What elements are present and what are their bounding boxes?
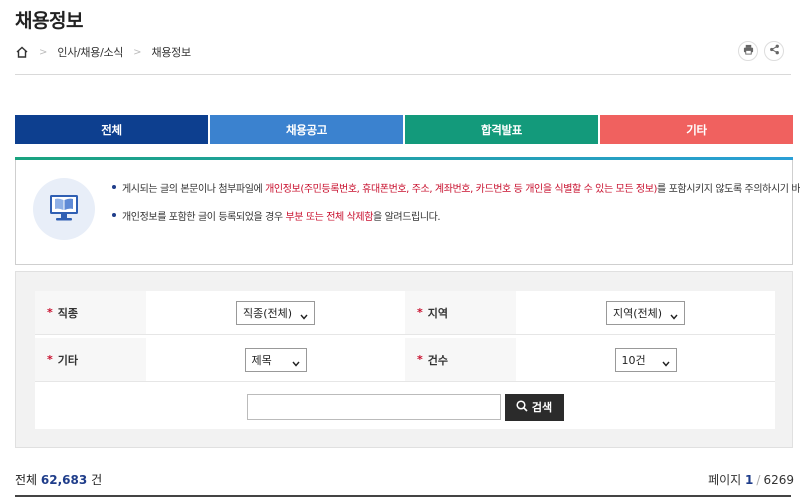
breadcrumb: > 인사/채용/소식 > 채용정보: [15, 44, 191, 60]
count-select[interactable]: 10건: [614, 347, 677, 372]
page-info: 페이지 1/6269: [708, 473, 794, 487]
search-icon: [516, 399, 528, 415]
notice-list: 게시되는 글의 본문이나 첨부파일에 개인정보(주민등록번호, 휴대폰번호, 주…: [112, 180, 800, 236]
search-button[interactable]: 검색: [504, 393, 564, 421]
count-field-cell: 10건: [516, 338, 775, 381]
tab-all[interactable]: 전체: [15, 115, 208, 144]
notice-top-bar: [15, 157, 793, 160]
etc-select[interactable]: 제목: [244, 347, 307, 372]
etc-select-value: 제목: [251, 353, 272, 367]
page-utilities: [738, 41, 784, 61]
etc-field-cell: 제목: [146, 338, 405, 381]
book-monitor-icon: [47, 191, 81, 228]
job-select-value: 직종(전체): [242, 306, 293, 320]
count-select-value: 10건: [621, 353, 646, 367]
breadcrumb-item-current[interactable]: 채용정보: [152, 44, 192, 60]
search-form: * 직종 직종(전체) * 지역 지역(전체) * 기타 제목 * 건수 10건…: [35, 291, 775, 429]
search-button-label: 검색: [531, 401, 553, 414]
category-tabs: 전체 채용공고 합격발표 기타: [15, 115, 793, 144]
print-button[interactable]: [738, 41, 758, 61]
search-row-etc-count: * 기타 제목 * 건수 10건: [35, 338, 775, 382]
tab-job-postings[interactable]: 채용공고: [210, 115, 403, 144]
breadcrumb-item-hr[interactable]: 인사/채용/소식: [57, 44, 123, 60]
job-select[interactable]: 직종(전체): [235, 300, 316, 325]
keyword-input[interactable]: [246, 394, 501, 420]
header-divider: [15, 74, 791, 75]
search-panel: * 직종 직종(전체) * 지역 지역(전체) * 기타 제목 * 건수 10건…: [15, 271, 793, 448]
privacy-notice-box: 게시되는 글의 본문이나 첨부파일에 개인정보(주민등록번호, 휴대폰번호, 주…: [15, 157, 800, 265]
chevron-down-icon: [661, 357, 670, 367]
printer-icon: [743, 44, 754, 58]
notice-item-privacy: 게시되는 글의 본문이나 첨부파일에 개인정보(주민등록번호, 휴대폰번호, 주…: [112, 180, 800, 195]
job-field-cell: 직종(전체): [146, 291, 405, 334]
count-label: * 건수: [405, 338, 516, 381]
breadcrumb-separator: >: [133, 46, 142, 58]
region-select[interactable]: 지역(전체): [605, 300, 686, 325]
list-top-divider: [15, 495, 791, 497]
share-button[interactable]: [764, 41, 784, 61]
chevron-down-icon: [300, 310, 308, 320]
region-label: * 지역: [405, 291, 516, 334]
region-field-cell: 지역(전체): [516, 291, 775, 334]
job-label: * 직종: [35, 291, 146, 334]
page-title: 채용정보: [15, 10, 83, 32]
breadcrumb-separator: >: [39, 46, 48, 58]
notice-item-deletion: 개인정보를 포함한 글이 등록되었을 경우 부분 또는 전체 삭제함을 알려드립…: [112, 208, 800, 223]
region-select-value: 지역(전체): [612, 306, 663, 320]
keyword-row: 검색: [35, 385, 775, 429]
etc-label: * 기타: [35, 338, 146, 381]
home-icon[interactable]: [15, 45, 29, 59]
tab-etc[interactable]: 기타: [600, 115, 793, 144]
chevron-down-icon: [670, 310, 678, 320]
tab-results[interactable]: 합격발표: [405, 115, 598, 144]
search-row-job-region: * 직종 직종(전체) * 지역 지역(전체): [35, 291, 775, 335]
chevron-down-icon: [291, 357, 300, 367]
total-count: 전체 62,683 건: [15, 473, 103, 487]
notice-icon-circle: [33, 178, 95, 240]
share-icon: [769, 44, 780, 58]
